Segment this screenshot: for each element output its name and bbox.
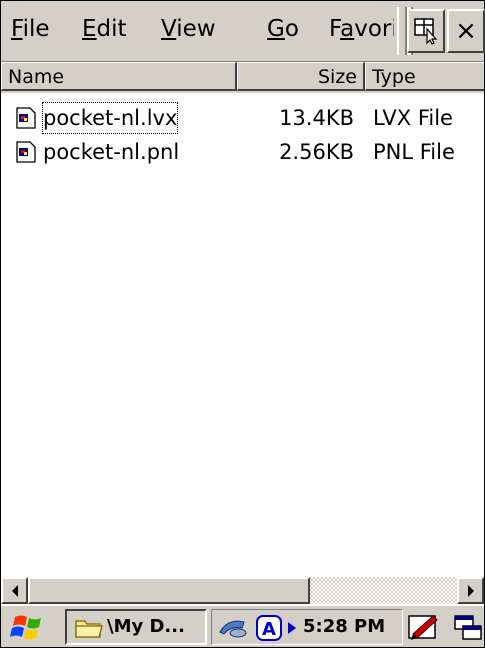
scroll-thumb[interactable] [28,577,310,604]
list-header: Name Size Type [1,62,484,93]
scroll-right-button[interactable] [457,577,484,604]
pen-icon[interactable] [407,612,441,642]
view-toggle-icon [414,18,438,45]
file-icon [16,141,36,163]
task-button-label: \My D... [107,616,185,637]
menu-favorites[interactable]: Favorites [329,15,394,43]
view-toggle-button[interactable] [407,9,445,53]
file-size: 13.4KB [279,106,354,130]
list-item[interactable]: pocket-nl.lvx 13.4KB LVX File [1,101,484,135]
file-name: pocket-nl.lvx [41,101,179,135]
list-item[interactable]: pocket-nl.pnl 2.56KB PNL File [1,135,484,169]
menu-bar: File Edit View Go Favorites × [1,1,485,62]
play-arrow-icon[interactable] [286,621,298,635]
explorer-window: File Edit View Go Favorites × Name Size … [0,0,485,648]
system-tray: A 5:28 PM [211,609,403,645]
file-icon [16,107,36,129]
menu-view[interactable]: View [161,15,216,43]
arrow-right-icon [467,584,474,597]
file-name: pocket-nl.pnl [43,140,180,164]
file-type: PNL File [373,140,455,164]
column-header-type[interactable]: Type [365,62,484,91]
input-a-icon[interactable]: A [256,615,282,641]
menu-go[interactable]: Go [267,15,299,43]
clock[interactable]: 5:28 PM [303,610,385,644]
network-icon[interactable] [218,616,248,640]
menu-file[interactable]: File [11,15,50,43]
start-button[interactable] [9,611,49,643]
svg-text:A: A [262,619,276,640]
file-type: LVX File [373,106,453,130]
windows-flag-icon [10,615,41,640]
menu-edit[interactable]: Edit [82,15,127,43]
file-list[interactable]: pocket-nl.lvx 13.4KB LVX File pocket-nl.… [1,93,484,577]
close-icon: × [455,16,477,46]
close-button[interactable]: × [447,9,485,53]
column-header-name[interactable]: Name [1,62,237,91]
toolbar-grip[interactable] [397,7,407,55]
horizontal-scrollbar[interactable] [1,577,484,604]
column-header-size[interactable]: Size [237,62,365,91]
scroll-left-button[interactable] [1,577,28,604]
folder-icon [75,620,103,638]
arrow-left-icon [11,584,18,597]
file-size: 2.56KB [279,140,354,164]
menu-favorites-clip: Favorites [327,1,394,61]
taskbar: \My D... A 5:28 PM [1,604,484,647]
desktop-icon[interactable] [453,614,483,642]
task-button-my-documents[interactable]: \My D... [65,609,207,645]
